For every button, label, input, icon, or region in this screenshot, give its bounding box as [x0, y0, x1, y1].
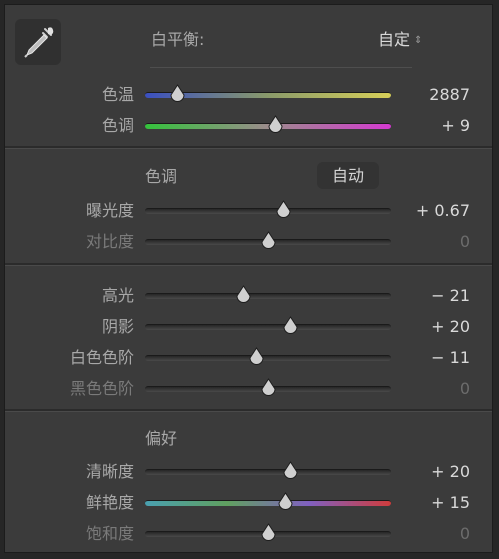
- slider-track[interactable]: [145, 500, 391, 506]
- slider-thumb[interactable]: [277, 492, 294, 511]
- basic-adjustments-panel: 白平衡: 自定 ⇕ 色调 自动 偏好 色温 2887 色调 + 9 曝光度 + 0.67 对比…: [4, 4, 493, 553]
- slider-thumb[interactable]: [235, 285, 252, 304]
- section-divider: [5, 263, 492, 266]
- tone-section-header: 色调: [145, 167, 178, 186]
- slider-value[interactable]: + 20: [431, 462, 470, 482]
- slider-thumb[interactable]: [260, 523, 277, 542]
- slider-track[interactable]: [145, 469, 391, 475]
- slider-value[interactable]: 2887: [429, 85, 470, 105]
- slider-track[interactable]: [145, 293, 391, 299]
- slider-value[interactable]: − 21: [431, 286, 470, 306]
- eyedropper-icon: [24, 27, 54, 58]
- slider-label: 阴影: [101, 317, 134, 336]
- section-divider: [5, 146, 492, 149]
- slider-value[interactable]: 0: [460, 379, 470, 399]
- presence-section-header: 偏好: [145, 429, 178, 448]
- updown-caret-icon: ⇕: [414, 34, 423, 46]
- slider-value[interactable]: + 0.67: [416, 201, 470, 221]
- slider-label: 清晰度: [85, 462, 134, 481]
- slider-value[interactable]: 0: [460, 524, 470, 544]
- slider-thumb[interactable]: [282, 461, 299, 480]
- slider-label: 色温: [101, 85, 134, 104]
- slider-label: 对比度: [85, 232, 134, 251]
- section-divider: [5, 409, 492, 412]
- slider-value[interactable]: + 9: [441, 116, 470, 136]
- slider-value[interactable]: 0: [460, 232, 470, 252]
- slider-label: 饱和度: [85, 524, 134, 543]
- white-balance-value: 自定: [378, 30, 411, 49]
- slider-label: 色调: [101, 116, 134, 135]
- slider-value[interactable]: − 11: [431, 348, 470, 368]
- divider: [150, 67, 412, 68]
- white-balance-picker-button[interactable]: [15, 19, 61, 65]
- slider-thumb[interactable]: [260, 231, 277, 250]
- slider-label: 黑色色阶: [69, 379, 134, 398]
- slider-thumb[interactable]: [282, 316, 299, 335]
- slider-value[interactable]: + 15: [431, 493, 470, 513]
- white-balance-dropdown[interactable]: 自定 ⇕: [378, 30, 422, 51]
- slider-track[interactable]: [145, 208, 391, 214]
- slider-label: 白色色阶: [69, 348, 134, 367]
- slider-thumb[interactable]: [248, 347, 265, 366]
- slider-thumb[interactable]: [267, 115, 284, 134]
- slider-track[interactable]: [145, 324, 391, 330]
- slider-thumb[interactable]: [260, 378, 277, 397]
- auto-tone-button[interactable]: 自动: [317, 162, 379, 189]
- slider-label: 鲜艳度: [85, 493, 134, 512]
- slider-thumb[interactable]: [275, 200, 292, 219]
- slider-label: 高光: [101, 286, 134, 305]
- slider-label: 曝光度: [85, 201, 134, 220]
- slider-track[interactable]: [145, 355, 391, 361]
- slider-value[interactable]: + 20: [431, 317, 470, 337]
- slider-thumb[interactable]: [169, 84, 186, 103]
- white-balance-label: 白平衡:: [151, 30, 205, 49]
